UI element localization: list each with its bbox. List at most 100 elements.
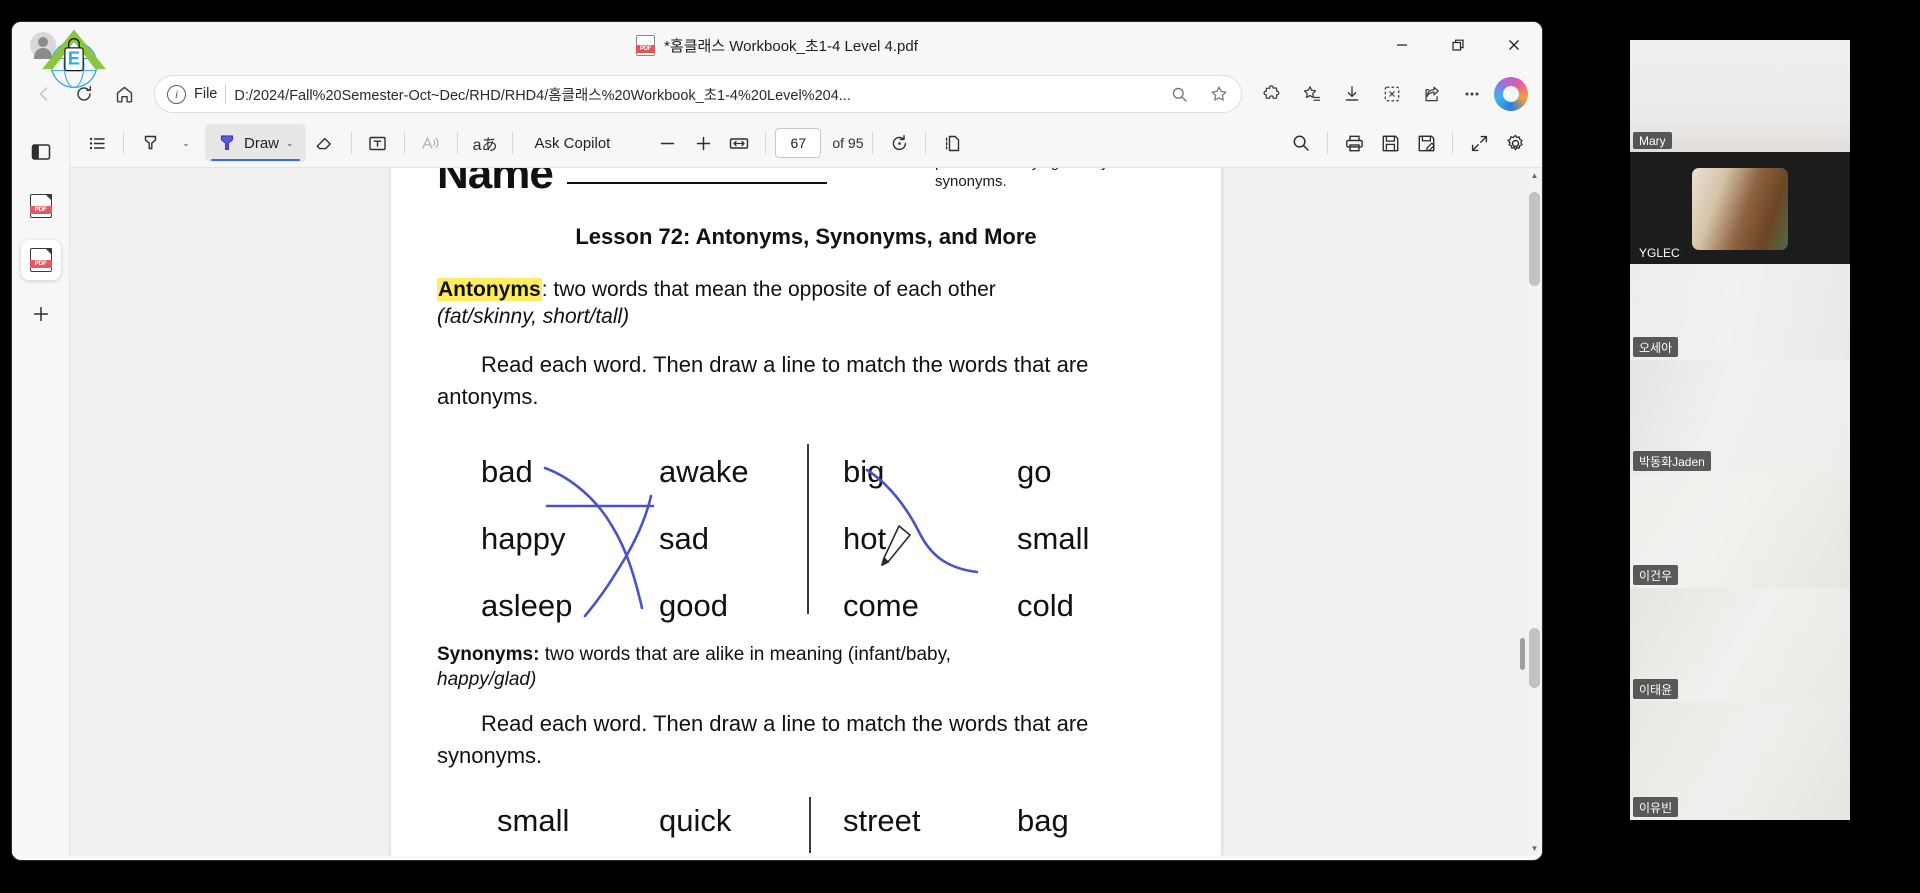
word: quick xyxy=(659,802,732,838)
document-scrollbar[interactable]: ▲ ▼ xyxy=(1527,167,1542,856)
read-aloud-icon[interactable] xyxy=(414,126,448,160)
synonyms-match-block: small quick street bag xyxy=(437,787,1175,856)
translate-icon[interactable]: aあ xyxy=(467,126,504,160)
word: street xyxy=(843,802,921,838)
scroll-down-arrow[interactable]: ▼ xyxy=(1527,840,1542,856)
participant-tile[interactable]: 박동화Jaden xyxy=(1630,360,1850,474)
synonyms-examples: happy/glad) xyxy=(437,669,537,691)
fit-to-width-icon[interactable] xyxy=(722,126,756,160)
antonyms-examples: (fat/skinny, short/tall) xyxy=(437,305,630,329)
bullet-list-icon[interactable] xyxy=(80,126,114,160)
antonyms-group-1-right: awake sad good xyxy=(659,438,749,639)
highlighter-icon[interactable] xyxy=(133,126,167,160)
save-icon[interactable] xyxy=(1373,126,1407,160)
word: small xyxy=(497,802,570,838)
text-box-icon[interactable] xyxy=(361,126,395,160)
page-view-icon[interactable] xyxy=(935,126,969,160)
participant-tile[interactable]: YGLEC xyxy=(1630,152,1850,264)
profile-avatar[interactable] xyxy=(30,32,56,59)
pdf-file-icon xyxy=(29,248,52,272)
participant-name: 이건우 xyxy=(1633,565,1679,585)
page-number-input[interactable]: 67 xyxy=(775,128,822,159)
scroll-up-arrow[interactable]: ▲ xyxy=(1527,168,1542,184)
word: bad xyxy=(481,453,533,489)
eraser-icon[interactable] xyxy=(308,126,342,160)
zoom-out-button[interactable] xyxy=(650,126,684,160)
active-tab[interactable]: *홈클래스 Workbook_초1-4 Level 4.pdf xyxy=(12,22,1542,68)
video-participants-panel: Mary YGLEC 오세아 박동화Jaden 이건우 이태윤 이유빈 xyxy=(1630,40,1850,860)
restore-button[interactable] xyxy=(1430,22,1486,68)
screenshot-scissors-icon[interactable] xyxy=(1374,76,1410,112)
lesson-title: Lesson 72: Antonyms, Synonyms, and More xyxy=(575,223,1037,249)
antonyms-definition: Antonyms: two words that mean the opposi… xyxy=(437,276,1175,332)
gear-icon[interactable] xyxy=(1498,126,1532,160)
print-icon[interactable] xyxy=(1337,126,1371,160)
scroll-thumb-top[interactable] xyxy=(1529,191,1540,286)
save-as-icon[interactable] xyxy=(1409,126,1443,160)
participant-name: 이태윤 xyxy=(1633,679,1679,699)
participant-name: YGLEC xyxy=(1633,244,1686,261)
refresh-icon[interactable] xyxy=(66,76,102,112)
pdf-app-body: ⌄ Draw ⌄ xyxy=(12,120,1542,856)
more-ellipsis-icon[interactable] xyxy=(1454,76,1490,112)
participant-tile[interactable]: 이유빈 xyxy=(1630,702,1850,820)
synonyms-definition: Synonyms: two words that are alike in me… xyxy=(437,642,1175,693)
extensions-icon[interactable] xyxy=(1254,76,1290,112)
word: bag xyxy=(1017,802,1069,838)
toolbar-divider xyxy=(1327,132,1328,155)
name-label: Name xyxy=(437,167,554,198)
window-controls xyxy=(1374,22,1542,68)
toolbar-divider xyxy=(123,132,124,155)
download-icon[interactable] xyxy=(1334,76,1370,112)
participant-tile[interactable]: 오세아 xyxy=(1630,264,1850,360)
panel-splitter-handle[interactable] xyxy=(1520,637,1525,670)
home-icon[interactable] xyxy=(106,76,142,112)
participant-tile[interactable]: Mary xyxy=(1630,40,1850,152)
antonyms-group-2-left: big hot come xyxy=(843,438,919,639)
copilot-icon[interactable] xyxy=(1494,77,1528,111)
close-button[interactable] xyxy=(1486,22,1542,68)
participant-name: 오세아 xyxy=(1633,337,1679,357)
antonyms-term: Antonyms xyxy=(437,277,542,301)
edge-browser-window: *홈클래스 Workbook_초1-4 Level 4.pdf xyxy=(12,22,1542,860)
zoom-in-button[interactable] xyxy=(686,126,720,160)
toolbar-divider xyxy=(512,132,514,155)
antonyms-group-1-left: bad happy asleep xyxy=(481,438,572,639)
fullscreen-icon[interactable] xyxy=(1462,126,1496,160)
toolbar-divider xyxy=(1452,132,1453,155)
search-icon[interactable] xyxy=(1284,126,1318,160)
collections-star-icon[interactable] xyxy=(1294,76,1330,112)
tab-title-label: *홈클래스 Workbook_초1-4 Level 4.pdf xyxy=(664,37,918,55)
pdf-tab-1[interactable] xyxy=(21,186,61,226)
draw-dropdown-caret[interactable]: ⌄ xyxy=(286,138,294,149)
antonyms-match-block: bad happy asleep awake sad good big hot … xyxy=(437,438,1175,628)
synonyms-instruction: Read each word. Then draw a line to matc… xyxy=(437,711,1089,768)
add-tab-button[interactable] xyxy=(21,294,61,334)
word: good xyxy=(659,587,728,623)
scroll-thumb[interactable] xyxy=(1529,627,1540,688)
word: small xyxy=(1017,520,1090,556)
participant-tile[interactable]: 이태윤 xyxy=(1630,588,1850,702)
antonyms-definition-text: : two words that mean the opposite of ea… xyxy=(541,277,996,301)
ask-copilot-button[interactable]: Ask Copilot xyxy=(522,135,622,152)
word: cold xyxy=(1017,587,1074,623)
draw-tool-button[interactable]: Draw ⌄ xyxy=(205,124,306,163)
minimize-button[interactable] xyxy=(1374,22,1430,68)
star-favorite-icon[interactable] xyxy=(1203,78,1235,110)
rotate-icon[interactable] xyxy=(882,126,916,160)
address-bar[interactable]: i File D:/2024/Fall%20Semester-Oct~Dec/R… xyxy=(154,75,1242,113)
participant-tile[interactable]: 이건우 xyxy=(1630,474,1850,588)
pdf-file-icon xyxy=(636,34,656,56)
pdf-tab-2[interactable] xyxy=(20,240,61,280)
document-viewport[interactable]: Name practice identifying antonyms and s… xyxy=(70,167,1542,856)
share-icon[interactable] xyxy=(1414,76,1450,112)
url-text[interactable]: D:/2024/Fall%20Semester-Oct~Dec/RHD/RHD4… xyxy=(234,84,1155,105)
word: hot xyxy=(843,520,887,556)
site-info-icon[interactable]: i xyxy=(167,84,186,104)
highlighter-dropdown-caret[interactable]: ⌄ xyxy=(169,126,203,160)
zoom-magnifier-icon[interactable] xyxy=(1163,78,1195,110)
back-arrow-icon[interactable] xyxy=(26,76,62,112)
pdf-toolbar: ⌄ Draw ⌄ aあ Ask Copilot 67 of 95 xyxy=(70,120,1542,168)
toolbar-divider xyxy=(925,132,927,155)
panel-toggle-icon[interactable] xyxy=(21,132,61,172)
